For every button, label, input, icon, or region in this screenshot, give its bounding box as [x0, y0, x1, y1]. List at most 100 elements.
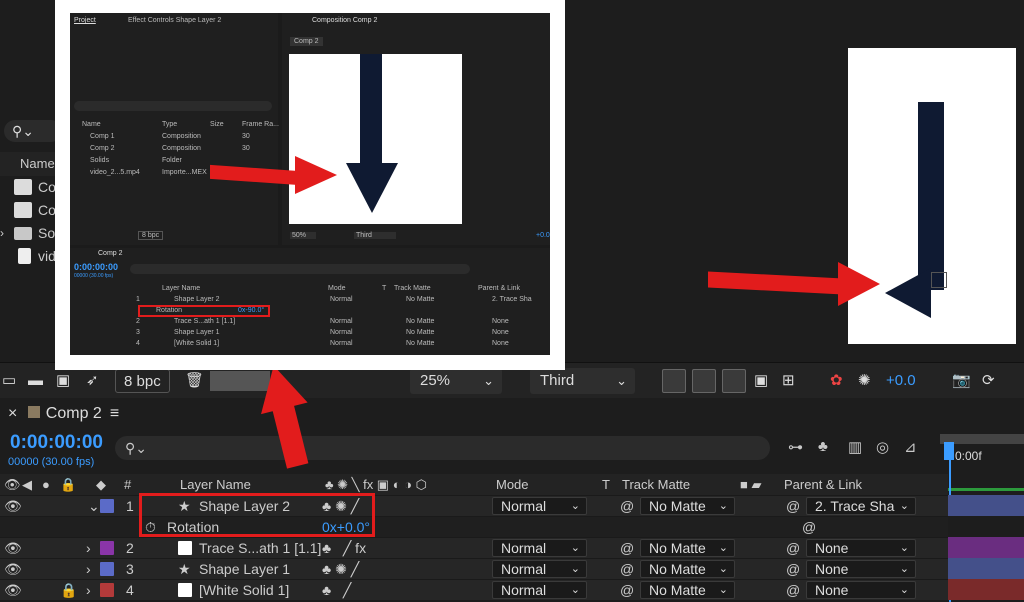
- inset-proj-item[interactable]: Comp 1: [90, 133, 115, 140]
- inset-layer-parent[interactable]: None: [492, 318, 509, 325]
- inset-layer-name[interactable]: Shape Layer 2: [174, 296, 220, 303]
- inset-layer-matte[interactable]: No Matte: [406, 318, 434, 325]
- timeline-tab[interactable]: × Comp 2 ≡: [8, 402, 119, 426]
- preserve-transparency-icon[interactable]: @: [620, 559, 634, 579]
- layer-row[interactable]: 👁 › 2 Trace S...ath 1 [1.1] ♣ ╱ fx Norma…: [0, 537, 948, 558]
- chevron-right-icon[interactable]: ›: [86, 538, 91, 558]
- visibility-eye-icon[interactable]: 👁: [4, 559, 22, 579]
- project-search-input[interactable]: ⚲⌄: [4, 120, 62, 142]
- inset-layer-matte[interactable]: No Matte: [406, 329, 434, 336]
- timecode[interactable]: 0:00:00:00: [10, 432, 103, 454]
- inset-timecode[interactable]: 0:00:00:00: [74, 262, 118, 272]
- exposure-value[interactable]: +0.0: [886, 369, 916, 393]
- flowchart-icon[interactable]: ➶: [86, 369, 99, 393]
- inset-comp-chip[interactable]: Comp 2: [290, 37, 323, 46]
- chevron-right-icon[interactable]: ›: [0, 222, 4, 244]
- parent-dropdown[interactable]: 2. Trace Sha ⌄: [806, 497, 916, 515]
- layer-name[interactable]: Shape Layer 1: [199, 559, 290, 579]
- inset-layer-mode[interactable]: Normal: [330, 296, 353, 303]
- track-matte-dropdown[interactable]: No Matte ⌄: [640, 581, 735, 599]
- render-icon[interactable]: ▭: [2, 369, 16, 393]
- pickwhip-icon[interactable]: @: [786, 580, 800, 600]
- color-channels-icon[interactable]: ✿: [830, 369, 843, 393]
- track-matte-dropdown[interactable]: No Matte ⌄: [640, 539, 735, 557]
- inset-effect-tab[interactable]: Effect Controls Shape Layer 2: [128, 17, 221, 24]
- inset-layer-name[interactable]: [White Solid 1]: [174, 340, 219, 347]
- chevron-right-icon[interactable]: ›: [86, 559, 91, 579]
- trash-icon[interactable]: 🗑: [185, 369, 204, 393]
- motion-blur-icon[interactable]: ◎: [876, 438, 889, 456]
- pickwhip-icon[interactable]: @: [786, 559, 800, 579]
- show-snapshot-icon[interactable]: ⟳: [982, 369, 995, 393]
- comp-flowchart-icon[interactable]: ⊶: [788, 438, 803, 456]
- inset-layer-mode[interactable]: Normal: [330, 318, 353, 325]
- inset-search-input[interactable]: [130, 264, 470, 274]
- fast-preview-icon[interactable]: [662, 369, 686, 393]
- work-area-bar[interactable]: [948, 488, 1024, 491]
- inset-proj-item[interactable]: Solids: [90, 157, 109, 164]
- pickwhip-icon[interactable]: @: [786, 538, 800, 558]
- inset-layer-mode[interactable]: Normal: [330, 329, 353, 336]
- pickwhip-icon[interactable]: @: [802, 517, 816, 537]
- track-matte-dropdown[interactable]: No Matte ⌄: [640, 560, 735, 578]
- label-icon[interactable]: ◆: [96, 474, 106, 496]
- track-matte-dropdown[interactable]: No Matte ⌄: [640, 497, 735, 515]
- composition-icon[interactable]: ▣: [56, 369, 70, 393]
- zoom-dropdown[interactable]: 25% ⌄: [410, 368, 502, 394]
- parent-dropdown[interactable]: None ⌄: [806, 539, 916, 557]
- inset-comp-tab[interactable]: Composition Comp 2: [312, 17, 377, 24]
- transparency-grid-icon[interactable]: [692, 369, 716, 393]
- label-color[interactable]: [100, 499, 114, 513]
- parent-dropdown[interactable]: None ⌄: [806, 581, 916, 599]
- inset-layer-parent[interactable]: 2. Trace Sha: [492, 296, 532, 303]
- shy-icon[interactable]: ♣ ╱ fx: [322, 538, 366, 558]
- layer-row[interactable]: 👁 🔒 › 4 [White Solid 1] ♣ ╱ Normal ⌄ @ No…: [0, 579, 948, 600]
- inset-tl-tab[interactable]: Comp 2: [98, 250, 123, 257]
- preserve-transparency-icon[interactable]: @: [620, 538, 634, 558]
- snapshot-icon[interactable]: 📷: [952, 369, 971, 393]
- mode-dropdown[interactable]: Normal ⌄: [492, 581, 587, 599]
- chevron-right-icon[interactable]: ›: [86, 580, 91, 600]
- layer-track-bar[interactable]: [948, 579, 1024, 600]
- close-icon[interactable]: ×: [8, 405, 22, 422]
- inset-project-tab[interactable]: Project: [74, 17, 96, 24]
- layer-name[interactable]: Trace S...ath 1 [1.1]: [199, 538, 321, 558]
- inset-bpc-button[interactable]: 8 bpc: [138, 231, 164, 240]
- layer-track-bar[interactable]: [948, 558, 1024, 579]
- graph-editor-icon[interactable]: ⊿: [904, 438, 917, 456]
- chevron-down-icon[interactable]: ⌄: [88, 496, 100, 516]
- visibility-eye-icon[interactable]: 👁: [4, 538, 22, 558]
- frame-blending-icon[interactable]: ▥: [848, 438, 862, 456]
- menu-icon[interactable]: ≡: [110, 405, 119, 422]
- inset-layer-mode[interactable]: Normal: [330, 340, 353, 347]
- inset-layer-matte[interactable]: No Matte: [406, 296, 434, 303]
- visibility-eye-icon[interactable]: 👁: [4, 580, 22, 600]
- lock-icon[interactable]: 🔒: [60, 580, 77, 600]
- shy-layers-icon[interactable]: ♣: [818, 438, 828, 455]
- inset-layer-parent[interactable]: None: [492, 340, 509, 347]
- inset-zoom-dropdown[interactable]: 50%: [290, 232, 317, 239]
- shy-icon[interactable]: ♣ ╱: [322, 580, 351, 600]
- visibility-eye-icon[interactable]: 👁: [4, 496, 22, 516]
- layer-track-bar[interactable]: [948, 495, 1024, 516]
- inset-layer-matte[interactable]: No Matte: [406, 340, 434, 347]
- mode-dropdown[interactable]: Normal ⌄: [492, 560, 587, 578]
- label-color[interactable]: [100, 541, 114, 555]
- inset-layer-name[interactable]: Shape Layer 1: [174, 329, 220, 336]
- audio-icon[interactable]: ◀: [22, 474, 32, 496]
- layer-name[interactable]: [White Solid 1]: [199, 580, 289, 600]
- bpc-button[interactable]: 8 bpc: [115, 369, 170, 393]
- inset-proj-item[interactable]: video_2...5.mp4: [90, 169, 140, 176]
- inset-exposure[interactable]: +0.0: [536, 232, 550, 239]
- eye-icon[interactable]: 👁: [4, 474, 21, 496]
- guides-icon[interactable]: ⊞: [782, 369, 795, 393]
- solo-icon[interactable]: ●: [42, 474, 50, 496]
- mask-visibility-icon[interactable]: [722, 369, 746, 393]
- pickwhip-icon[interactable]: @: [786, 496, 800, 516]
- layer-search-input[interactable]: ⚲⌄: [115, 436, 770, 460]
- mode-dropdown[interactable]: Normal ⌄: [492, 539, 587, 557]
- label-color[interactable]: [100, 562, 114, 576]
- layer-row[interactable]: 👁 › 3 ★ Shape Layer 1 ♣ ✺ ╱ Normal ⌄ @ No…: [0, 558, 948, 579]
- inset-layer-name[interactable]: Trace S...ath 1 [1.1]: [174, 318, 235, 325]
- layer-track-bar[interactable]: [948, 537, 1024, 558]
